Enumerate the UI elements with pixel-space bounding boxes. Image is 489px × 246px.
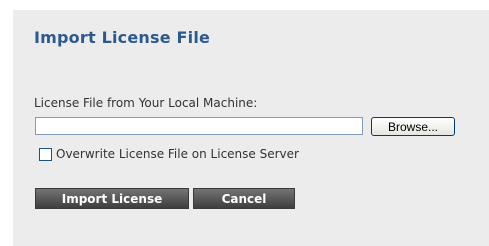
import-license-panel: Import License File License File from Yo… [13,10,489,246]
overwrite-checkbox[interactable] [39,147,52,161]
browse-button[interactable]: Browse... [371,117,455,136]
panel-title: Import License File [34,28,211,47]
overwrite-label[interactable]: Overwrite License File on License Server [56,147,299,161]
license-file-input[interactable] [35,117,363,135]
overwrite-option[interactable]: Overwrite License File on License Server [39,146,299,162]
license-file-label: License File from Your Local Machine: [34,96,258,110]
cancel-button[interactable]: Cancel [193,188,295,209]
import-license-button[interactable]: Import License [35,188,189,209]
